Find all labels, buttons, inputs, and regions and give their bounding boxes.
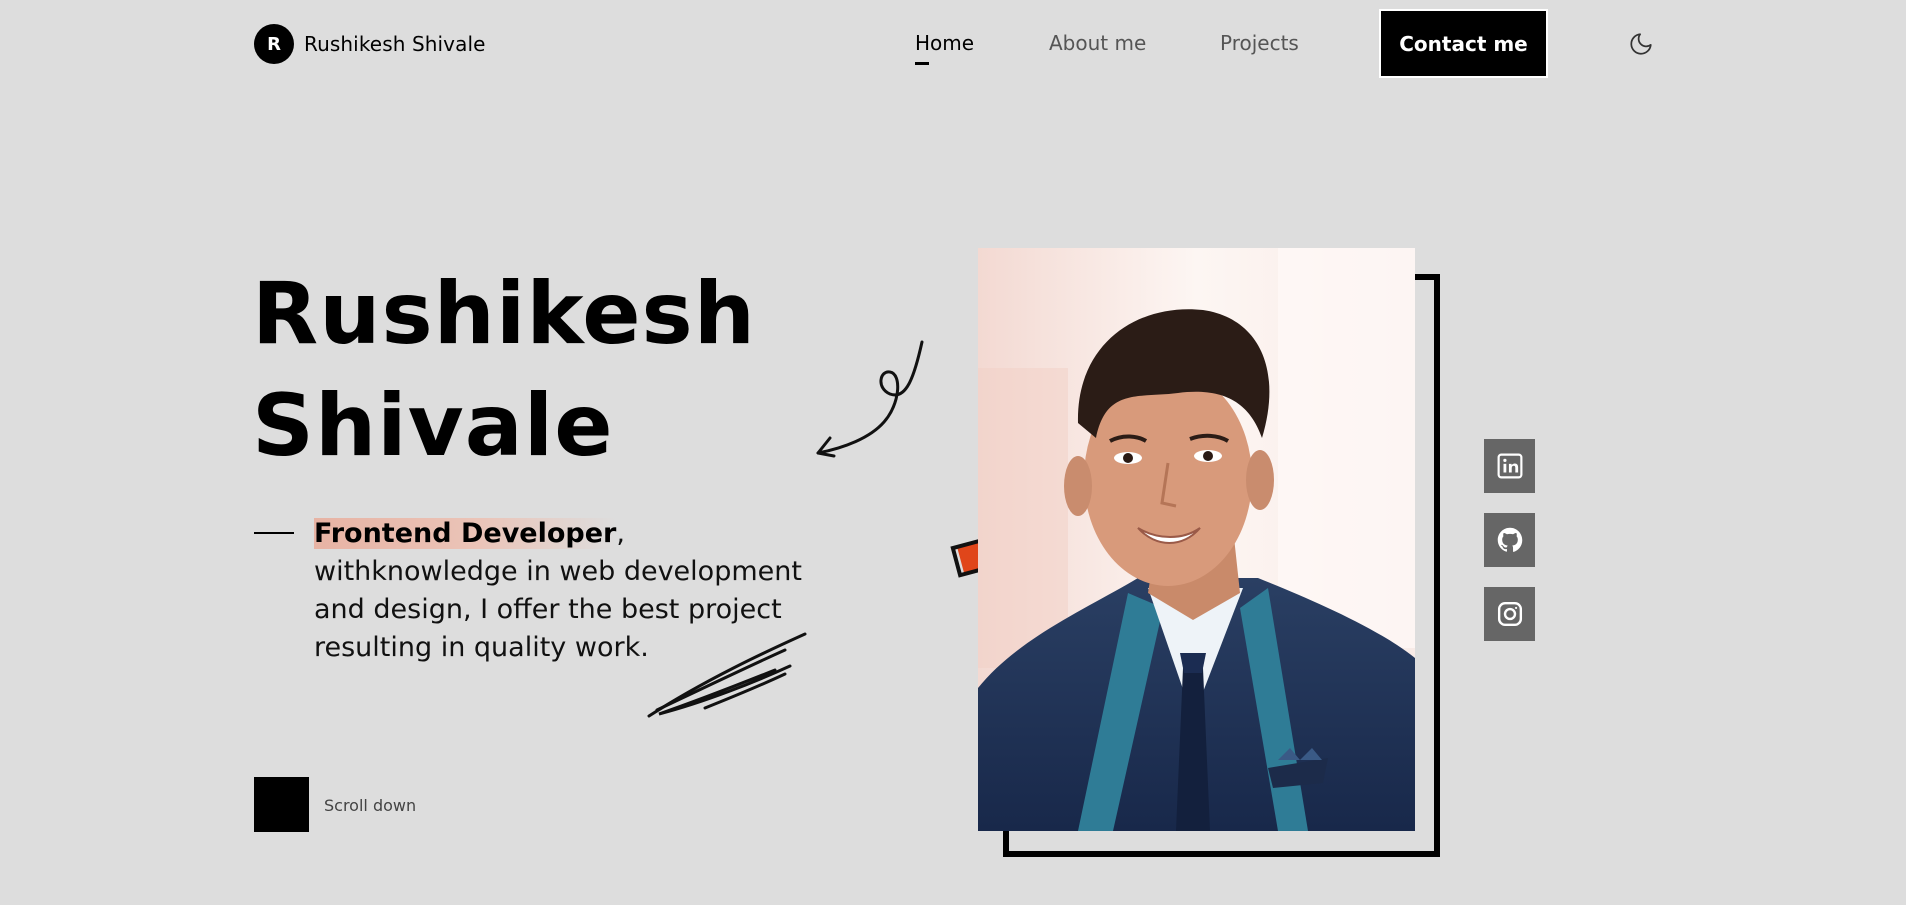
instagram-icon bbox=[1497, 601, 1522, 627]
site-logo[interactable]: R Rushikesh Shivale bbox=[254, 24, 486, 64]
linkedin-icon bbox=[1497, 453, 1522, 479]
logo-initial-badge: R bbox=[254, 24, 294, 64]
instagram-button[interactable] bbox=[1484, 587, 1535, 641]
moon-icon bbox=[1630, 33, 1652, 55]
curly-arrow-icon bbox=[816, 340, 924, 458]
hero-title: Rushikesh Shivale bbox=[252, 258, 756, 482]
nav-projects-link[interactable]: Projects bbox=[1220, 31, 1299, 55]
profile-photo bbox=[978, 248, 1415, 831]
profile-photo-illustration bbox=[978, 248, 1415, 831]
hero-title-line-2: Shivale bbox=[252, 376, 614, 476]
scribble-icon bbox=[647, 632, 807, 718]
linkedin-button[interactable] bbox=[1484, 439, 1535, 493]
nav-home-link[interactable]: Home bbox=[915, 31, 974, 55]
github-button[interactable] bbox=[1484, 513, 1535, 567]
github-icon bbox=[1497, 527, 1522, 552]
hero-title-line-1: Rushikesh bbox=[252, 264, 756, 364]
contact-button[interactable]: Contact me bbox=[1379, 9, 1548, 78]
site-header: R Rushikesh Shivale Home About me Projec… bbox=[0, 0, 1906, 88]
theme-toggle-button[interactable] bbox=[1628, 31, 1654, 57]
nav-active-indicator bbox=[915, 62, 929, 65]
scroll-down-button[interactable] bbox=[254, 777, 309, 832]
nav-about-link[interactable]: About me bbox=[1049, 31, 1146, 55]
logo-name: Rushikesh Shivale bbox=[304, 32, 486, 56]
role-highlight: Frontend Developer bbox=[314, 518, 617, 549]
description-dash bbox=[254, 532, 294, 534]
scroll-down-label: Scroll down bbox=[324, 796, 417, 815]
